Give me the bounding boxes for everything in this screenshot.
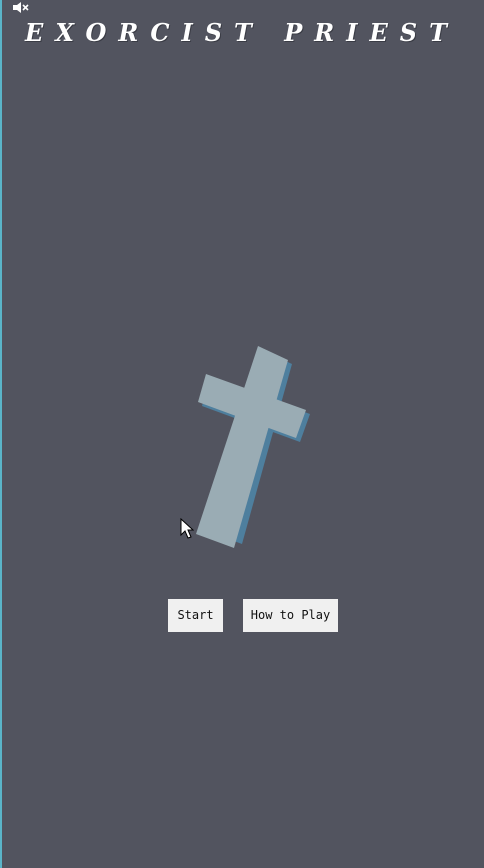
how-to-play-button[interactable]: How to Play	[243, 599, 338, 632]
speaker-muted-icon[interactable]	[12, 1, 30, 14]
start-button[interactable]: Start	[168, 599, 223, 632]
left-edge-strip	[0, 0, 2, 868]
game-title: EXORCIST PRIEST	[25, 18, 459, 47]
mouse-pointer-icon	[180, 518, 194, 539]
cross-icon	[196, 346, 310, 548]
game-screen: EXORCIST PRIEST Start How to Play	[0, 0, 484, 868]
